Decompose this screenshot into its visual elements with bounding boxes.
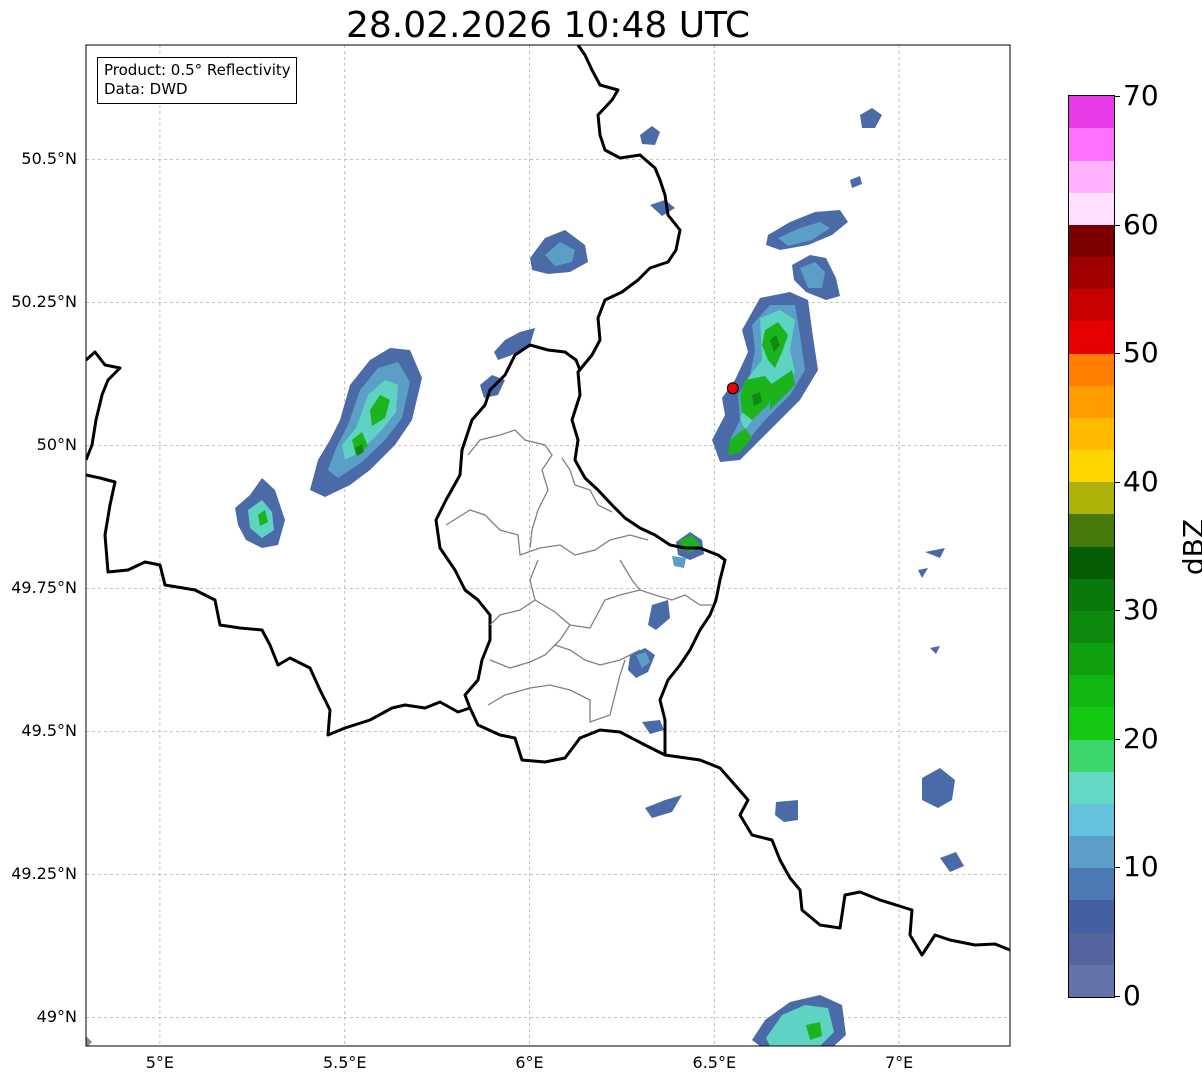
- colorbar-title: dBZ: [1177, 518, 1202, 576]
- lat-tick-label: 49°N: [36, 1007, 77, 1027]
- echo-cell-south: [86, 995, 846, 1046]
- colorbar-tick-label: 40: [1123, 464, 1159, 498]
- colorbar-segment: [1069, 675, 1114, 708]
- colorbar-segment: [1069, 450, 1114, 483]
- colorbar-tick-label: 50: [1123, 336, 1159, 370]
- colorbar-segment: [1069, 128, 1114, 161]
- lat-tick-label: 50.25°N: [11, 292, 77, 312]
- dbz-colorbar: [1068, 95, 1115, 998]
- data-source-label: Data: DWD: [104, 80, 188, 98]
- colorbar-tick: [1114, 96, 1120, 97]
- colorbar-segment: [1069, 546, 1114, 579]
- colorbar-tick: [1114, 867, 1120, 869]
- colorbar-segment: [1069, 321, 1114, 354]
- radar-site-marker[interactable]: [726, 382, 739, 395]
- colorbar-segment: [1069, 900, 1114, 933]
- colorbar-segment: [1069, 289, 1114, 322]
- echo-cell-northeast: [712, 292, 818, 462]
- lat-tick-label: 49.5°N: [21, 721, 77, 741]
- radar-map[interactable]: [0, 0, 1202, 1081]
- colorbar-segment: [1069, 160, 1114, 193]
- lat-tick-label: 50.5°N: [21, 149, 77, 169]
- product-label: Product: 0.5° Reflectivity: [104, 61, 291, 79]
- colorbar-tick: [1114, 738, 1120, 740]
- lon-tick-label: 5.5°E: [322, 1053, 367, 1072]
- colorbar-tick-label: 60: [1123, 207, 1159, 241]
- colorbar-segment: [1069, 192, 1114, 225]
- colorbar-segment: [1069, 482, 1114, 515]
- lon-tick-label: 6°E: [515, 1053, 544, 1072]
- lat-tick-label: 49.25°N: [11, 864, 77, 884]
- product-info-box: Product: 0.5° Reflectivity Data: DWD: [97, 57, 297, 104]
- country-borders: [86, 45, 1010, 957]
- lat-tick-label: 50°N: [36, 435, 77, 455]
- colorbar-segment: [1069, 514, 1114, 547]
- lon-tick-label: 7°E: [884, 1053, 914, 1072]
- lon-tick-label: 5°E: [145, 1053, 175, 1072]
- colorbar-tick: [1114, 224, 1120, 226]
- colorbar-tick: [1114, 996, 1120, 997]
- colorbar-segment: [1069, 224, 1114, 258]
- colorbar-tick: [1114, 353, 1120, 355]
- colorbar-segment: [1069, 417, 1114, 451]
- colorbar-segment: [1069, 707, 1114, 740]
- colorbar-tick-label: 30: [1123, 593, 1159, 627]
- colorbar-segment: [1069, 739, 1114, 772]
- luxembourg-districts: [445, 429, 712, 723]
- colorbar-segment: [1069, 257, 1114, 290]
- colorbar-segment: [1069, 868, 1114, 901]
- colorbar-tick: [1114, 481, 1120, 483]
- colorbar-segment: [1069, 578, 1114, 611]
- colorbar-segment: [1069, 771, 1114, 804]
- radar-echoes: [86, 108, 964, 1046]
- colorbar-segment: [1069, 964, 1114, 997]
- colorbar-tick: [1114, 610, 1120, 612]
- echo-cell-north-band: [766, 108, 882, 300]
- colorbar-tick-label: 10: [1123, 850, 1159, 884]
- colorbar-segment: [1069, 803, 1114, 837]
- colorbar-segment: [1069, 643, 1114, 676]
- lon-tick-label: 6.5°E: [692, 1053, 737, 1072]
- lat-tick-label: 49.75°N: [11, 578, 77, 598]
- echo-cell-mosel: [628, 532, 964, 872]
- colorbar-segment: [1069, 610, 1114, 644]
- colorbar-segment: [1069, 96, 1114, 129]
- colorbar-tick-label: 70: [1123, 79, 1159, 112]
- colorbar-segment: [1069, 385, 1114, 418]
- colorbar-segment: [1069, 836, 1114, 869]
- colorbar-segment: [1069, 353, 1114, 386]
- colorbar-tick-label: 0: [1123, 979, 1141, 1012]
- colorbar-tick-label: 20: [1123, 721, 1159, 755]
- colorbar-segment: [1069, 932, 1114, 965]
